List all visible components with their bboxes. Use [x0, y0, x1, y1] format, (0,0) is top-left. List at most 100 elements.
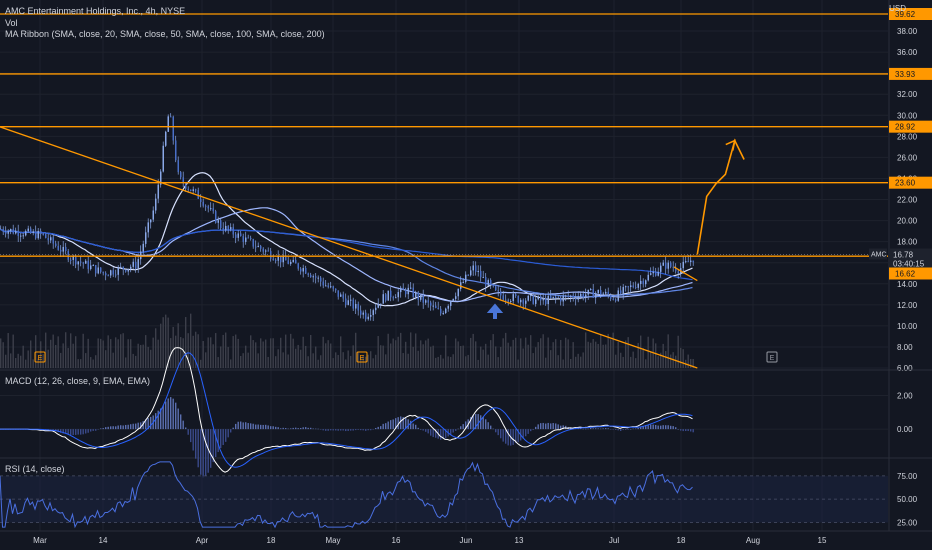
volume-bar	[285, 334, 287, 368]
candle-body	[690, 260, 692, 263]
macd-histogram-bar	[175, 402, 177, 430]
macd-histogram-bar	[595, 428, 597, 430]
macd-histogram-bar	[232, 427, 234, 430]
macd-histogram-bar	[615, 429, 617, 431]
volume-bar	[492, 334, 494, 368]
macd-histogram-bar	[635, 428, 637, 430]
candle-body	[417, 292, 419, 300]
candle-body	[37, 230, 39, 239]
macd-histogram-bar	[180, 414, 182, 430]
candle-body	[430, 302, 432, 306]
volume-bar	[437, 356, 439, 368]
volume-bar	[75, 336, 77, 368]
volume-bar	[250, 335, 252, 368]
macd-histogram-bar	[290, 428, 292, 430]
chart[interactable]: Mar 14 Apr 18 May 16 Jun 13 Jul 18 Aug 15 38.00 36.00…	[0, 0, 932, 550]
candle-body	[592, 289, 594, 298]
candle-body	[165, 131, 167, 146]
candle-body	[365, 312, 367, 320]
candle-body	[555, 296, 557, 299]
candle-body	[552, 296, 554, 298]
candle-body	[175, 140, 177, 161]
macd-axis-label: 0.00	[897, 425, 913, 434]
candle-body	[65, 246, 67, 252]
candle-body	[605, 291, 607, 294]
volume-bar	[620, 352, 622, 368]
candle-body	[355, 303, 357, 309]
candle-body	[312, 276, 314, 278]
volume-bar	[635, 358, 637, 368]
volume-bar	[262, 341, 264, 368]
macd-histogram-bar	[462, 424, 464, 430]
macd-histogram-bar	[97, 429, 99, 430]
macd-histogram-bar	[652, 424, 654, 430]
candle-body	[677, 271, 679, 274]
volume-bar	[57, 336, 59, 368]
macd-histogram-bar	[367, 429, 369, 431]
volume-bar	[382, 345, 384, 368]
candle-body	[550, 295, 552, 298]
candle-body	[625, 286, 627, 288]
candle-body	[527, 295, 529, 301]
candle-body	[307, 273, 309, 275]
candle-body	[462, 282, 464, 284]
candle-body	[360, 310, 362, 315]
price-level-tag-value: 28.92	[895, 123, 916, 132]
macd-histogram-bar	[170, 397, 172, 430]
volume-bar	[460, 346, 462, 368]
volume-bar	[50, 339, 52, 368]
candle-body	[97, 267, 99, 274]
candle-body	[42, 234, 44, 236]
macd-histogram-bar	[240, 421, 242, 430]
candle-body	[255, 246, 257, 248]
macd-histogram-bar	[382, 423, 384, 430]
candle-body	[260, 245, 262, 249]
volume-bar	[607, 333, 609, 368]
price-axis-label: 12.00	[897, 301, 918, 310]
macd-histogram-bar	[242, 422, 244, 430]
candle-body	[395, 297, 397, 299]
macd-histogram-bar	[362, 429, 364, 431]
volume-bar	[532, 353, 534, 368]
candle-body	[190, 189, 192, 192]
volume-bar	[397, 336, 399, 368]
candle-body	[487, 280, 489, 286]
volume-bar	[185, 317, 187, 368]
candle-body	[7, 230, 9, 234]
macd-histogram-bar	[612, 429, 614, 430]
price-axis-label: 26.00	[897, 153, 918, 162]
volume-bar	[277, 349, 279, 368]
volume-bar	[122, 333, 124, 368]
macd-histogram-bar	[222, 429, 224, 445]
volume-bar	[477, 359, 479, 368]
candle-body	[597, 289, 599, 294]
macd-histogram-bar	[347, 429, 349, 431]
candle-body	[265, 250, 267, 252]
countdown-tag-value: 03:40:15	[893, 259, 925, 268]
macd-histogram-bar	[72, 429, 74, 436]
candle-body	[15, 230, 17, 234]
volume-bar	[547, 337, 549, 368]
volume-bar	[380, 345, 382, 368]
macd-histogram-bar	[487, 422, 489, 430]
macd-histogram-bar	[390, 420, 392, 430]
candle-body	[107, 275, 109, 277]
candle-body	[437, 307, 439, 309]
volume-bar	[332, 358, 334, 368]
macd-histogram-bar	[200, 429, 202, 475]
macd-histogram-bar	[455, 429, 457, 431]
candle-body	[442, 313, 444, 315]
volume-bar	[77, 359, 79, 368]
macd-histogram-bar	[655, 424, 657, 430]
volume-bar	[457, 341, 459, 368]
volume-bar	[500, 346, 502, 368]
volume-bar	[97, 338, 99, 368]
volume-bar	[260, 338, 262, 368]
candle-body	[222, 227, 224, 231]
candle-body	[450, 300, 452, 306]
volume-bar	[235, 334, 237, 368]
candle-body	[277, 256, 279, 261]
volume-bar	[475, 341, 477, 368]
volume-bar	[300, 349, 302, 368]
macd-histogram-bar	[65, 429, 67, 434]
